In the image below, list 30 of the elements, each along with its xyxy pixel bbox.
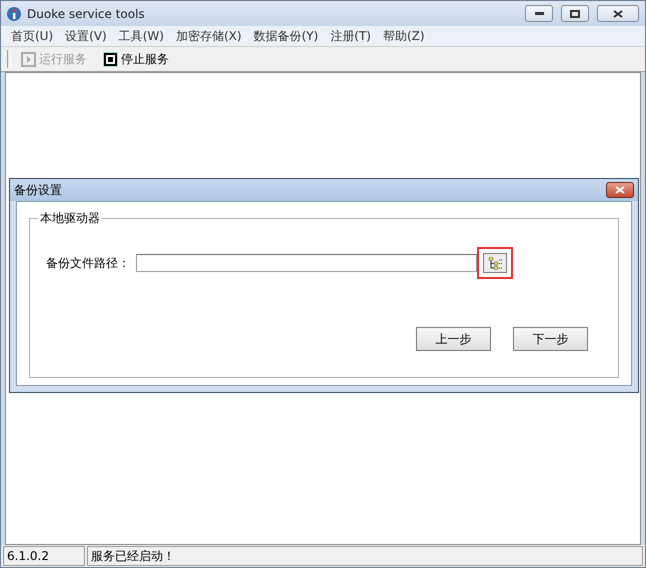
maximize-icon xyxy=(570,10,580,18)
menu-item[interactable]: 加密存储(X) xyxy=(170,28,248,44)
menu-item[interactable]: 设置(V) xyxy=(59,28,113,44)
minimize-icon xyxy=(534,12,544,15)
status-text: 6.1.0.2 xyxy=(3,546,85,566)
window-title: Duoke service tools xyxy=(27,6,146,20)
close-button[interactable] xyxy=(597,5,639,22)
close-icon xyxy=(615,186,625,194)
browse-button[interactable] xyxy=(483,253,507,273)
back-button[interactable]: 上一步 xyxy=(416,327,491,351)
folder-tree-icon xyxy=(488,256,502,270)
field-label: 备份文件路径： xyxy=(46,254,130,272)
toolbar-button[interactable]: 停止服务 xyxy=(97,50,175,68)
dialog-title: 备份设置 xyxy=(14,182,62,198)
maximize-button[interactable] xyxy=(561,5,589,22)
stop-icon xyxy=(103,52,118,66)
status-text: 服务已经启动！ xyxy=(87,546,643,566)
close-button[interactable] xyxy=(606,182,634,198)
menu-item[interactable]: 注册(T) xyxy=(324,28,377,44)
menu-item[interactable]: 工具(W) xyxy=(112,28,170,44)
minimize-button[interactable] xyxy=(525,5,553,22)
play-icon xyxy=(21,52,36,66)
next-button[interactable]: 下一步 xyxy=(513,327,588,351)
menu-item[interactable]: 数据备份(Y) xyxy=(248,28,324,44)
info-icon xyxy=(7,6,21,22)
menu-item[interactable]: 帮助(Z) xyxy=(376,28,431,44)
path-field[interactable] xyxy=(136,254,477,272)
close-icon xyxy=(613,10,623,18)
menu-item[interactable]: 首页(U) xyxy=(5,28,60,44)
group-label: 本地驱动器 xyxy=(39,210,101,227)
